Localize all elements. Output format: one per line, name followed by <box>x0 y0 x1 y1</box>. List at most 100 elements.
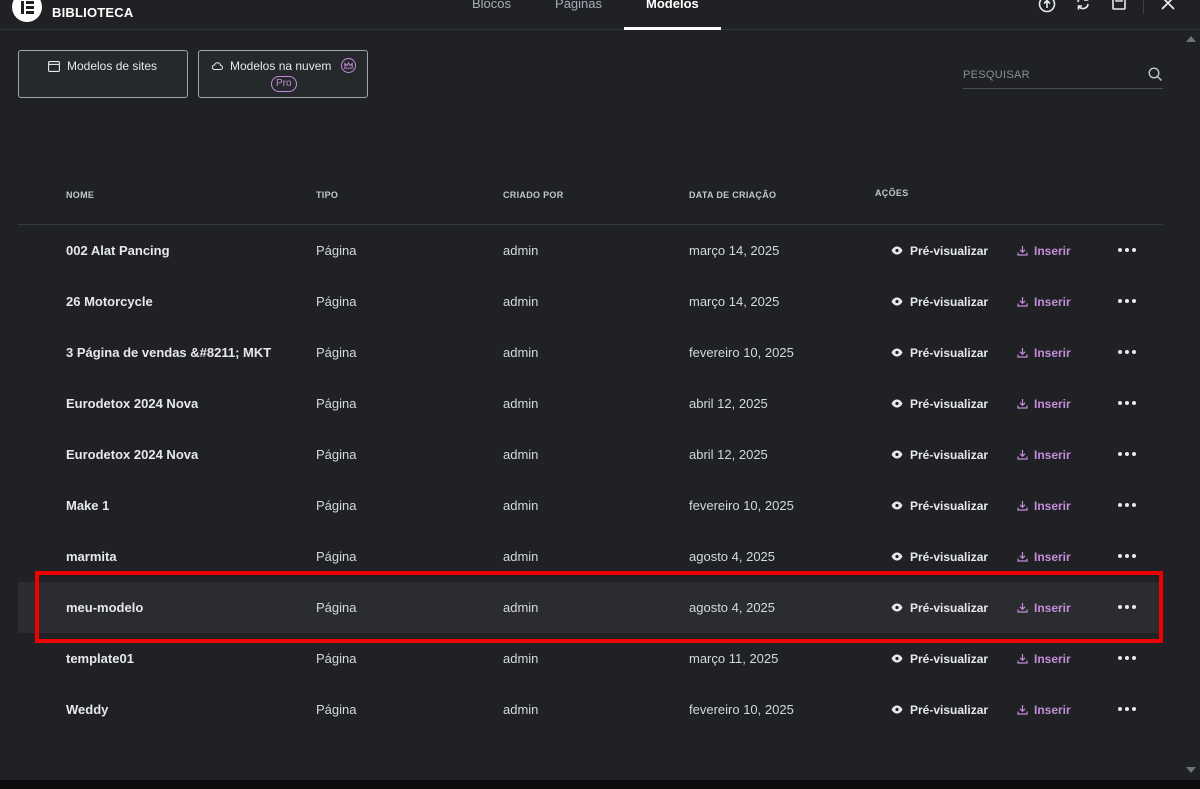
table-row[interactable]: Make 1 Página admin fevereiro 10, 2025 Pré-v… <box>18 480 1163 531</box>
template-date: março 14, 2025 <box>689 294 780 309</box>
insert-label: Inserir <box>1034 294 1071 309</box>
preview-label: Pré-visualizar <box>910 396 989 411</box>
preview-button[interactable]: Pré-visualizar <box>891 327 988 378</box>
table-row[interactable]: Eurodetox 2024 Nova Página admin abril 12, … <box>18 378 1163 429</box>
table-row[interactable]: 3 Página de vendas &#8211; MKT Página admi… <box>18 327 1163 378</box>
search-icon[interactable] <box>1148 67 1163 82</box>
table-row[interactable]: marmita Página admin agosto 4, 2025 Pré-visu… <box>18 531 1163 582</box>
template-author: admin <box>503 549 539 564</box>
more-options-icon[interactable] <box>1116 448 1138 460</box>
template-type: Página <box>316 549 357 564</box>
preview-label: Pré-visualizar <box>910 243 989 258</box>
scroll-down-arrow-icon[interactable] <box>1186 767 1196 773</box>
site-templates-button[interactable]: Modelos de sites <box>18 50 188 98</box>
insert-button[interactable]: Inserir <box>1017 582 1071 633</box>
template-name: template01 <box>66 651 134 666</box>
template-author: admin <box>503 243 539 258</box>
insert-button[interactable]: Inserir <box>1017 225 1071 276</box>
insert-button[interactable]: Inserir <box>1017 480 1071 531</box>
preview-button[interactable]: Pré-visualizar <box>891 582 988 633</box>
save-icon[interactable] <box>1101 0 1137 20</box>
insert-button[interactable]: Inserir <box>1017 327 1071 378</box>
insert-label: Inserir <box>1034 600 1071 615</box>
table-row[interactable]: template01 Página admin março 11, 2025 Pré-v… <box>18 633 1163 684</box>
template-date: fevereiro 10, 2025 <box>689 498 794 513</box>
insert-button[interactable]: Inserir <box>1017 684 1071 735</box>
insert-label: Inserir <box>1034 243 1071 258</box>
insert-label: Inserir <box>1034 396 1071 411</box>
tab-templates[interactable]: Modelos <box>624 0 721 30</box>
more-options-icon[interactable] <box>1116 499 1138 511</box>
more-options-icon[interactable] <box>1116 295 1138 307</box>
more-options-icon[interactable] <box>1116 550 1138 562</box>
table-row[interactable]: Weddy Página admin fevereiro 10, 2025 Pré-vi… <box>18 684 1163 735</box>
insert-button[interactable]: Inserir <box>1017 429 1071 480</box>
insert-button[interactable]: Inserir <box>1017 378 1071 429</box>
more-options-icon[interactable] <box>1116 703 1138 715</box>
header-tools <box>1029 0 1186 30</box>
insert-button[interactable]: Inserir <box>1017 276 1071 327</box>
eye-icon <box>891 297 903 306</box>
insert-label: Inserir <box>1034 702 1071 717</box>
template-name: meu-modelo <box>66 600 144 615</box>
cloud-icon <box>211 62 223 70</box>
template-date: abril 12, 2025 <box>689 396 768 411</box>
table-row[interactable]: Eurodetox 2024 Nova Página admin abril 12, … <box>18 429 1163 480</box>
upload-icon[interactable] <box>1029 0 1065 20</box>
sync-icon[interactable] <box>1065 0 1101 20</box>
preview-button[interactable]: Pré-visualizar <box>891 684 988 735</box>
more-options-icon[interactable] <box>1116 244 1138 256</box>
template-name: 26 Motorcycle <box>66 294 153 309</box>
column-type[interactable]: TIPO <box>316 190 338 200</box>
preview-button[interactable]: Pré-visualizar <box>891 480 988 531</box>
template-type: Página <box>316 447 357 462</box>
template-author: admin <box>503 498 539 513</box>
template-name: Weddy <box>66 702 109 717</box>
more-options-icon[interactable] <box>1116 346 1138 358</box>
download-icon <box>1017 552 1028 562</box>
insert-button[interactable]: Inserir <box>1017 531 1071 582</box>
site-templates-label: Modelos de sites <box>67 59 158 73</box>
template-type: Página <box>316 702 357 717</box>
template-date: agosto 4, 2025 <box>689 549 776 564</box>
scrollbar[interactable] <box>1184 30 1200 780</box>
column-name[interactable]: NOME <box>66 190 94 200</box>
column-created-by[interactable]: CRIADO POR <box>503 190 564 200</box>
download-icon <box>1017 654 1028 664</box>
insert-label: Inserir <box>1034 549 1071 564</box>
table-row[interactable]: 002 Alat Pancing Página admin março 14, 202… <box>18 225 1163 276</box>
more-options-icon[interactable] <box>1116 397 1138 409</box>
insert-label: Inserir <box>1034 447 1071 462</box>
template-type: Página <box>316 651 357 666</box>
table-row[interactable]: meu-modelo Página admin agosto 4, 2025 Pré-v… <box>18 582 1163 633</box>
close-icon[interactable] <box>1150 0 1186 20</box>
more-options-icon[interactable] <box>1116 652 1138 664</box>
tab-blocks-label: Blocos <box>472 0 512 11</box>
preview-button[interactable]: Pré-visualizar <box>891 429 988 480</box>
template-type: Página <box>316 294 357 309</box>
column-created-date[interactable]: DATA DE CRIAÇÃO <box>689 190 776 200</box>
preview-button[interactable]: Pré-visualizar <box>891 633 988 684</box>
scroll-up-arrow-icon[interactable] <box>1186 36 1196 42</box>
download-icon <box>1017 399 1028 409</box>
preview-button[interactable]: Pré-visualizar <box>891 276 988 327</box>
search-input[interactable] <box>963 65 1138 85</box>
template-type: Página <box>316 243 357 258</box>
more-options-icon[interactable] <box>1116 601 1138 613</box>
preview-button[interactable]: Pré-visualizar <box>891 378 988 429</box>
insert-label: Inserir <box>1034 345 1071 360</box>
insert-button[interactable]: Inserir <box>1017 633 1071 684</box>
preview-label: Pré-visualizar <box>910 498 989 513</box>
preview-button[interactable]: Pré-visualizar <box>891 531 988 582</box>
table-row[interactable]: 26 Motorcycle Página admin março 14, 2025 Pr… <box>18 276 1163 327</box>
tab-blocks[interactable]: Blocos <box>450 0 533 30</box>
preview-label: Pré-visualizar <box>910 447 989 462</box>
preview-button[interactable]: Pré-visualizar <box>891 225 988 276</box>
preview-label: Pré-visualizar <box>910 600 989 615</box>
eye-icon <box>891 450 903 459</box>
cloud-templates-button[interactable]: Modelos na nuvem Pro <box>198 50 368 98</box>
preview-label: Pré-visualizar <box>910 651 989 666</box>
template-author: admin <box>503 447 539 462</box>
tab-pages[interactable]: Páginas <box>533 0 624 30</box>
template-author: admin <box>503 651 539 666</box>
